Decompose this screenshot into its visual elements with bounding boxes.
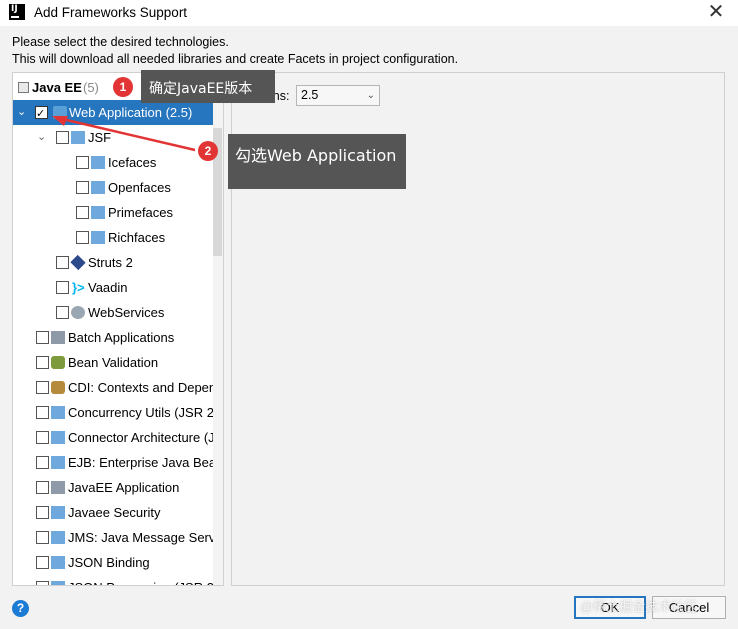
help-icon[interactable]: ? — [12, 600, 29, 617]
annotation-arrow — [52, 116, 196, 152]
watermark: @稀土掘金技术社区 — [580, 599, 698, 614]
